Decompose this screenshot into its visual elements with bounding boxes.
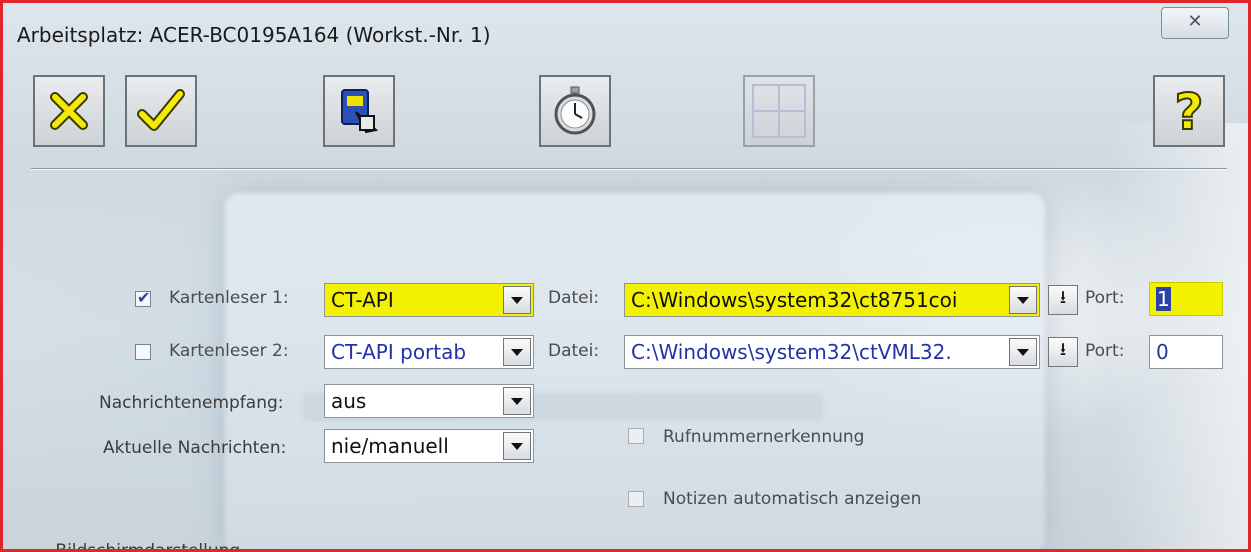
reader2-port-label: Port: (1085, 341, 1125, 361)
reader1-browse-button[interactable]: ⭳ (1048, 285, 1078, 315)
reader2-type-value: CT-API portab (331, 340, 467, 364)
reader1-enable-checkbox[interactable] (135, 288, 151, 307)
close-button[interactable]: ✕ (1161, 7, 1229, 39)
help-button[interactable]: ? (1153, 75, 1225, 147)
reader1-type-dropdown[interactable]: CT-API (324, 283, 534, 317)
workstation-settings-window: Arbeitsplatz: ACER-BC0195A164 (Workst.-N… (0, 0, 1251, 552)
reader2-file-arrow[interactable] (1009, 338, 1037, 366)
download-arrow-icon: ⭳ (1059, 287, 1067, 308)
cancel-icon (50, 92, 88, 130)
window-title: Arbeitsplatz: ACER-BC0195A164 (Workst.-N… (17, 23, 491, 47)
caller-id-label: Rufnummernerkennung (663, 427, 865, 447)
message-receive-label: Nachrichtenempfang: (99, 393, 284, 413)
chevron-down-icon (511, 348, 523, 356)
reader2-type-dropdown[interactable]: CT-API portab (324, 335, 534, 369)
grid-icon (752, 84, 806, 138)
close-icon: ✕ (1187, 11, 1203, 32)
card-reader-icon (341, 89, 379, 134)
reader1-file-arrow[interactable] (1009, 286, 1037, 314)
card-reader-settings-button[interactable] (323, 75, 395, 147)
caller-id-checkbox[interactable] (628, 428, 644, 444)
timer-button[interactable] (539, 75, 611, 147)
help-question-icon: ? (1173, 85, 1204, 137)
svg-text:?: ? (1174, 85, 1203, 137)
message-receive-dropdown[interactable]: aus (324, 384, 534, 418)
chevron-down-icon (1017, 348, 1029, 356)
reader2-file-label: Datei: (548, 341, 600, 361)
chevron-down-icon (511, 296, 523, 304)
reader1-port-value: 1 (1156, 287, 1171, 311)
toolbar-separator (31, 168, 1227, 170)
reader1-port-input[interactable]: 1 (1149, 282, 1223, 316)
reader2-browse-button[interactable]: ⭳ (1048, 337, 1078, 367)
chevron-down-icon (511, 397, 523, 405)
notes-auto-checkbox[interactable] (628, 491, 644, 507)
cancel-button[interactable] (33, 75, 105, 147)
current-messages-value: nie/manuell (331, 434, 449, 458)
reader1-type-value: CT-API (331, 288, 394, 312)
stopwatch-icon (554, 86, 596, 135)
reader2-port-input[interactable]: 0 (1149, 335, 1223, 369)
message-receive-arrow[interactable] (503, 387, 531, 415)
download-arrow-icon: ⭳ (1059, 339, 1067, 360)
display-group-caption: — Bildschirmdarstellung (33, 541, 241, 552)
reader2-type-arrow[interactable] (503, 338, 531, 366)
reader2-label: Kartenleser 2: (169, 341, 289, 361)
ok-button[interactable] (125, 75, 197, 147)
reader1-port-label: Port: (1085, 288, 1125, 308)
current-messages-arrow[interactable] (503, 432, 531, 460)
notes-auto-label: Notizen automatisch anzeigen (663, 489, 922, 509)
reader2-port-value: 0 (1156, 340, 1169, 364)
reader2-file-dropdown[interactable]: C:\Windows\system32\ctVML32. (624, 335, 1040, 369)
reader2-file-value: C:\Windows\system32\ctVML32. (631, 340, 952, 364)
current-messages-dropdown[interactable]: nie/manuell (324, 429, 534, 463)
reader1-file-label: Datei: (548, 288, 600, 308)
reader1-file-value: C:\Windows\system32\ct8751coi (631, 288, 958, 312)
reader2-enable-checkbox[interactable] (135, 344, 151, 360)
reader1-type-arrow[interactable] (503, 286, 531, 314)
layout-grid-button[interactable] (743, 75, 815, 147)
checkmark-icon (137, 89, 185, 131)
reader1-file-dropdown[interactable]: C:\Windows\system32\ct8751coi (624, 283, 1040, 317)
chevron-down-icon (1017, 296, 1029, 304)
current-messages-label: Aktuelle Nachrichten: (103, 438, 287, 458)
message-receive-value: aus (331, 389, 367, 413)
reader1-label: Kartenleser 1: (169, 288, 289, 308)
chevron-down-icon (511, 442, 523, 450)
display-group-label: Bildschirmdarstellung (55, 541, 241, 552)
